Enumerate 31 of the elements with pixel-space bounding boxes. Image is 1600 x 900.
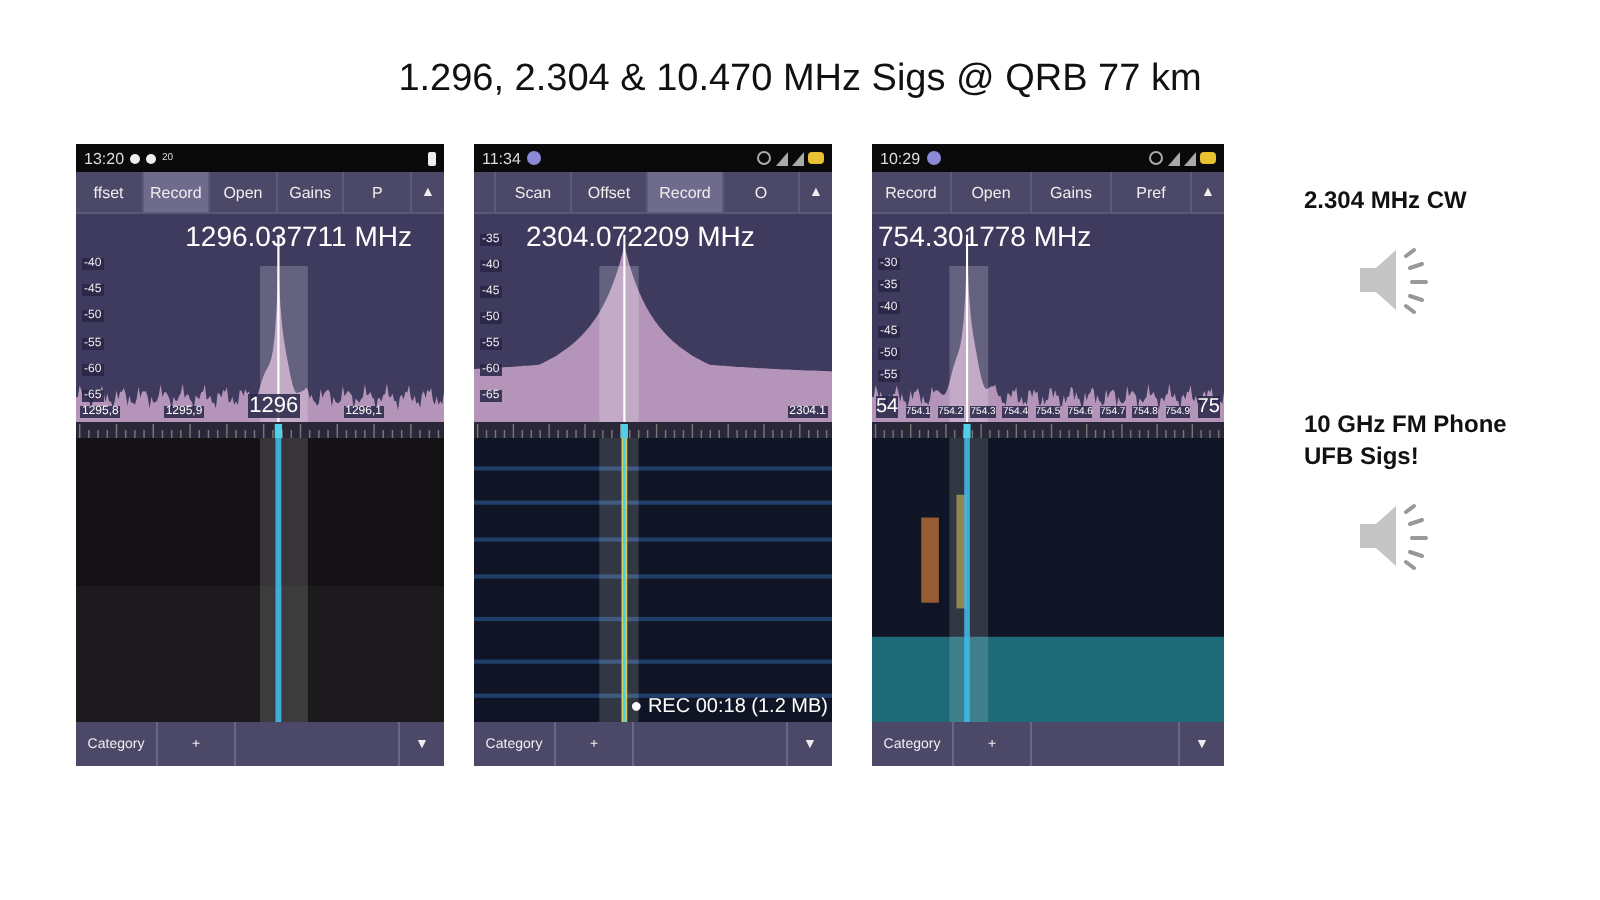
clip-label: 10 GHz FM Phone UFB Sigs! [1304, 408, 1509, 472]
axis-label: 75 [1197, 396, 1220, 418]
tab[interactable]: Record [143, 172, 211, 212]
tab[interactable]: Gains [1032, 172, 1112, 212]
tab[interactable]: Record [872, 172, 952, 212]
frequency-readout: 2304.072209 MHz [526, 220, 755, 252]
frequency-readout: 754.301778 MHz [878, 220, 1092, 252]
tab[interactable]: Record [648, 172, 724, 212]
status-icons-drawing [1148, 150, 1216, 166]
frequency-readout: 1296.037711 MHz [185, 220, 412, 252]
status-icons-drawing [756, 150, 824, 166]
tab[interactable]: Pref [1112, 172, 1192, 212]
tab[interactable]: Gains [277, 172, 345, 212]
tab[interactable]: Scan [496, 172, 572, 212]
status-time: 13:20 [84, 149, 125, 167]
status-time: 10:29 [880, 149, 921, 167]
notification-dot-icon [130, 153, 141, 163]
notification-dot-icon [146, 153, 157, 163]
battery-icon [428, 151, 436, 165]
axis-label: 1296 [247, 394, 301, 418]
status-time: 11:34 [482, 149, 521, 167]
slide-title: 1.296, 2.304 & 10.470 MHz Sigs @ QRB 77 km [398, 56, 1202, 104]
recording-status: ● REC 00:18 (1.2 MB) [630, 696, 828, 718]
tab[interactable]: O [724, 172, 800, 212]
clip-label: 2.304 MHz CW [1304, 184, 1469, 216]
app-icon [526, 150, 543, 166]
tab[interactable]: Open [952, 172, 1032, 212]
tab[interactable]: Open [210, 172, 278, 212]
app-icon [926, 150, 943, 166]
axis-label: 54 [876, 396, 899, 418]
tab[interactable]: P [344, 172, 412, 212]
